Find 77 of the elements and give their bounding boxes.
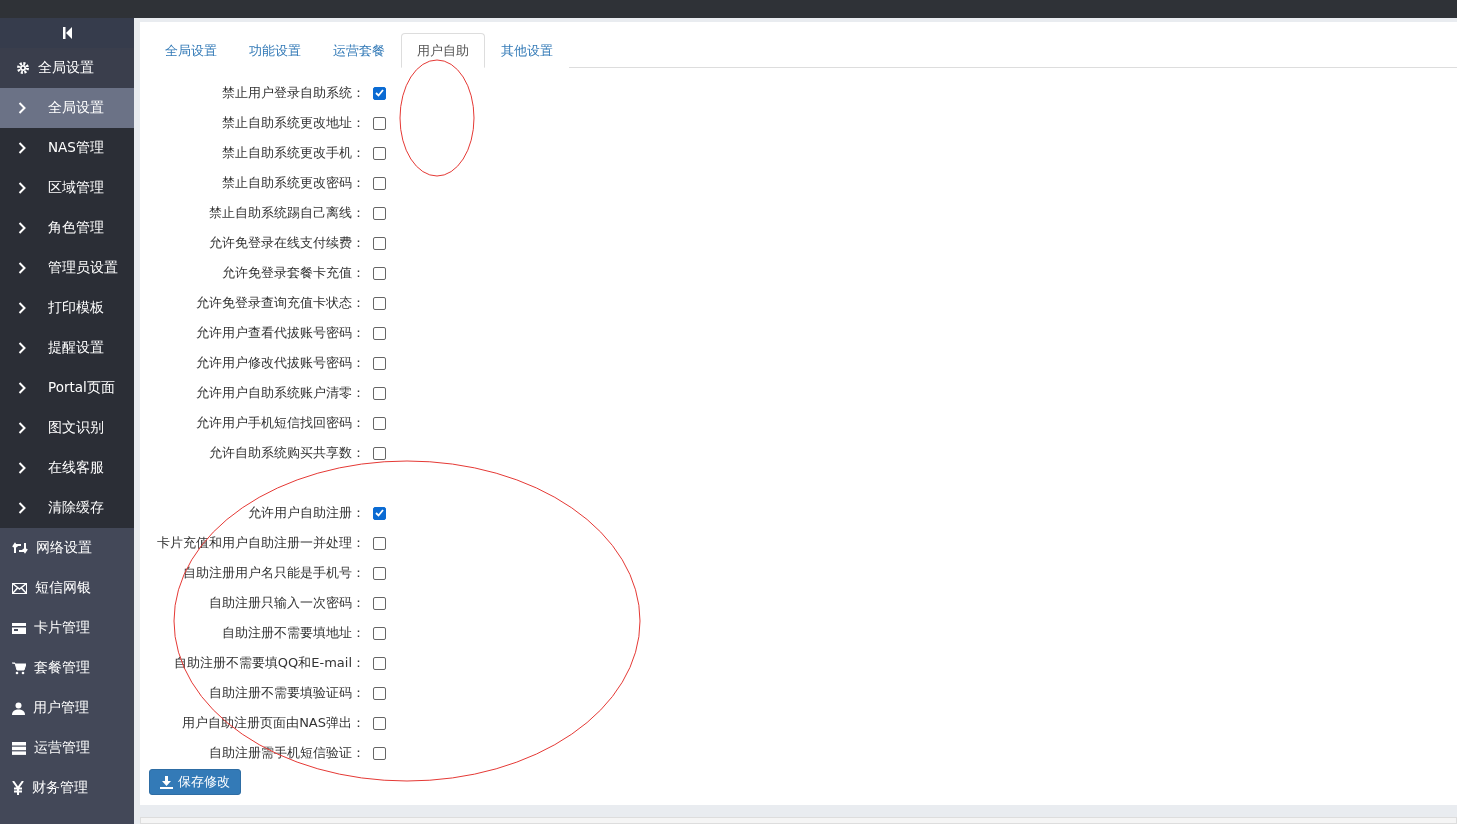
checkbox[interactable]	[373, 266, 386, 280]
checkbox[interactable]	[373, 296, 386, 310]
checkbox[interactable]	[373, 146, 386, 160]
card-icon	[12, 622, 26, 634]
download-icon	[160, 775, 173, 789]
checkbox[interactable]	[373, 746, 386, 760]
checkbox[interactable]	[373, 116, 386, 130]
sidebar-subitem[interactable]: 全局设置	[0, 88, 134, 128]
option-label: 允许用户自助系统账户清零：	[195, 384, 365, 402]
option-label: 禁止自助系统更改手机：	[221, 144, 365, 162]
option-label: 卡片充值和用户自助注册一并处理：	[156, 534, 365, 552]
checkbox[interactable]	[373, 596, 386, 610]
option-label: 允许免登录查询充值卡状态：	[195, 294, 365, 312]
checkbox[interactable]	[373, 236, 386, 250]
option-label: 禁止自助系统更改密码：	[221, 174, 365, 192]
option-label: 允许用户修改代拔账号密码：	[195, 354, 365, 372]
sidebar-item[interactable]: 全局设置	[0, 48, 134, 88]
checkbox[interactable]	[373, 86, 386, 100]
tab[interactable]: 用户自助	[401, 33, 485, 68]
checkbox[interactable]	[373, 356, 386, 370]
chevron-right-icon	[18, 382, 26, 394]
option-label: 自助注册不需要填QQ和E-mail：	[172, 654, 365, 672]
checkbox[interactable]	[373, 716, 386, 730]
checkbox[interactable]	[373, 386, 386, 400]
checkbox[interactable]	[373, 206, 386, 220]
chevron-right-icon	[18, 302, 26, 314]
option-label: 自助注册用户名只能是手机号：	[182, 564, 365, 582]
chevron-right-icon	[18, 342, 26, 354]
checkbox[interactable]	[373, 656, 386, 670]
chevron-right-icon	[18, 102, 26, 114]
option-label: 禁止用户登录自助系统：	[221, 84, 365, 102]
sidebar-subitem[interactable]: 图文识别	[0, 408, 134, 448]
checkbox[interactable]	[373, 566, 386, 580]
option-label: 允许用户查看代拔账号密码：	[195, 324, 365, 342]
save-button[interactable]: 保存修改	[149, 769, 241, 795]
gear-icon	[16, 61, 30, 75]
sidebar-subitem[interactable]: 管理员设置	[0, 248, 134, 288]
chevron-right-icon	[18, 462, 26, 474]
chevron-right-icon	[18, 182, 26, 194]
option-label: 允许用户自助注册：	[247, 504, 365, 522]
sidebar-subitem[interactable]: 区域管理	[0, 168, 134, 208]
option-label: 自助注册不需要填地址：	[221, 624, 365, 642]
sidebar-subitem[interactable]: NAS管理	[0, 128, 134, 168]
option-label: 禁止自助系统踢自己离线：	[208, 204, 365, 222]
sidebar-subitem[interactable]: 清除缓存	[0, 488, 134, 528]
sidebar-subitem[interactable]: Portal页面	[0, 368, 134, 408]
checkbox[interactable]	[373, 176, 386, 190]
collapse-icon[interactable]	[62, 27, 72, 39]
option-label: 自助注册不需要填验证码：	[208, 684, 365, 702]
sidebar-subitem[interactable]: 打印模板	[0, 288, 134, 328]
user-icon	[12, 701, 25, 715]
chevron-right-icon	[18, 502, 26, 514]
checkbox[interactable]	[373, 626, 386, 640]
option-label: 禁止自助系统更改地址：	[221, 114, 365, 132]
chevron-right-icon	[18, 422, 26, 434]
sidebar-subitem[interactable]: 在线客服	[0, 448, 134, 488]
option-label: 自助注册只输入一次密码：	[208, 594, 365, 612]
sidebar-subitem[interactable]: 提醒设置	[0, 328, 134, 368]
checkbox[interactable]	[373, 536, 386, 550]
chevron-right-icon	[18, 222, 26, 234]
checkbox[interactable]	[373, 506, 386, 520]
option-label: 允许自助系统购买共享数：	[208, 444, 365, 462]
checkbox[interactable]	[373, 446, 386, 460]
checkbox[interactable]	[373, 326, 386, 340]
retweet-icon	[12, 542, 28, 554]
checkbox[interactable]	[373, 686, 386, 700]
chevron-right-icon	[18, 262, 26, 274]
server-icon	[12, 741, 26, 755]
chevron-right-icon	[18, 142, 26, 154]
yen-icon	[12, 781, 24, 795]
envelope-icon	[12, 582, 27, 594]
cart-icon	[12, 661, 26, 675]
option-label: 允许用户手机短信找回密码：	[195, 414, 365, 432]
checkbox[interactable]	[373, 416, 386, 430]
option-label: 允许免登录在线支付续费：	[208, 234, 365, 252]
option-label: 允许免登录套餐卡充值：	[221, 264, 365, 282]
sidebar-subitem[interactable]: 角色管理	[0, 208, 134, 248]
